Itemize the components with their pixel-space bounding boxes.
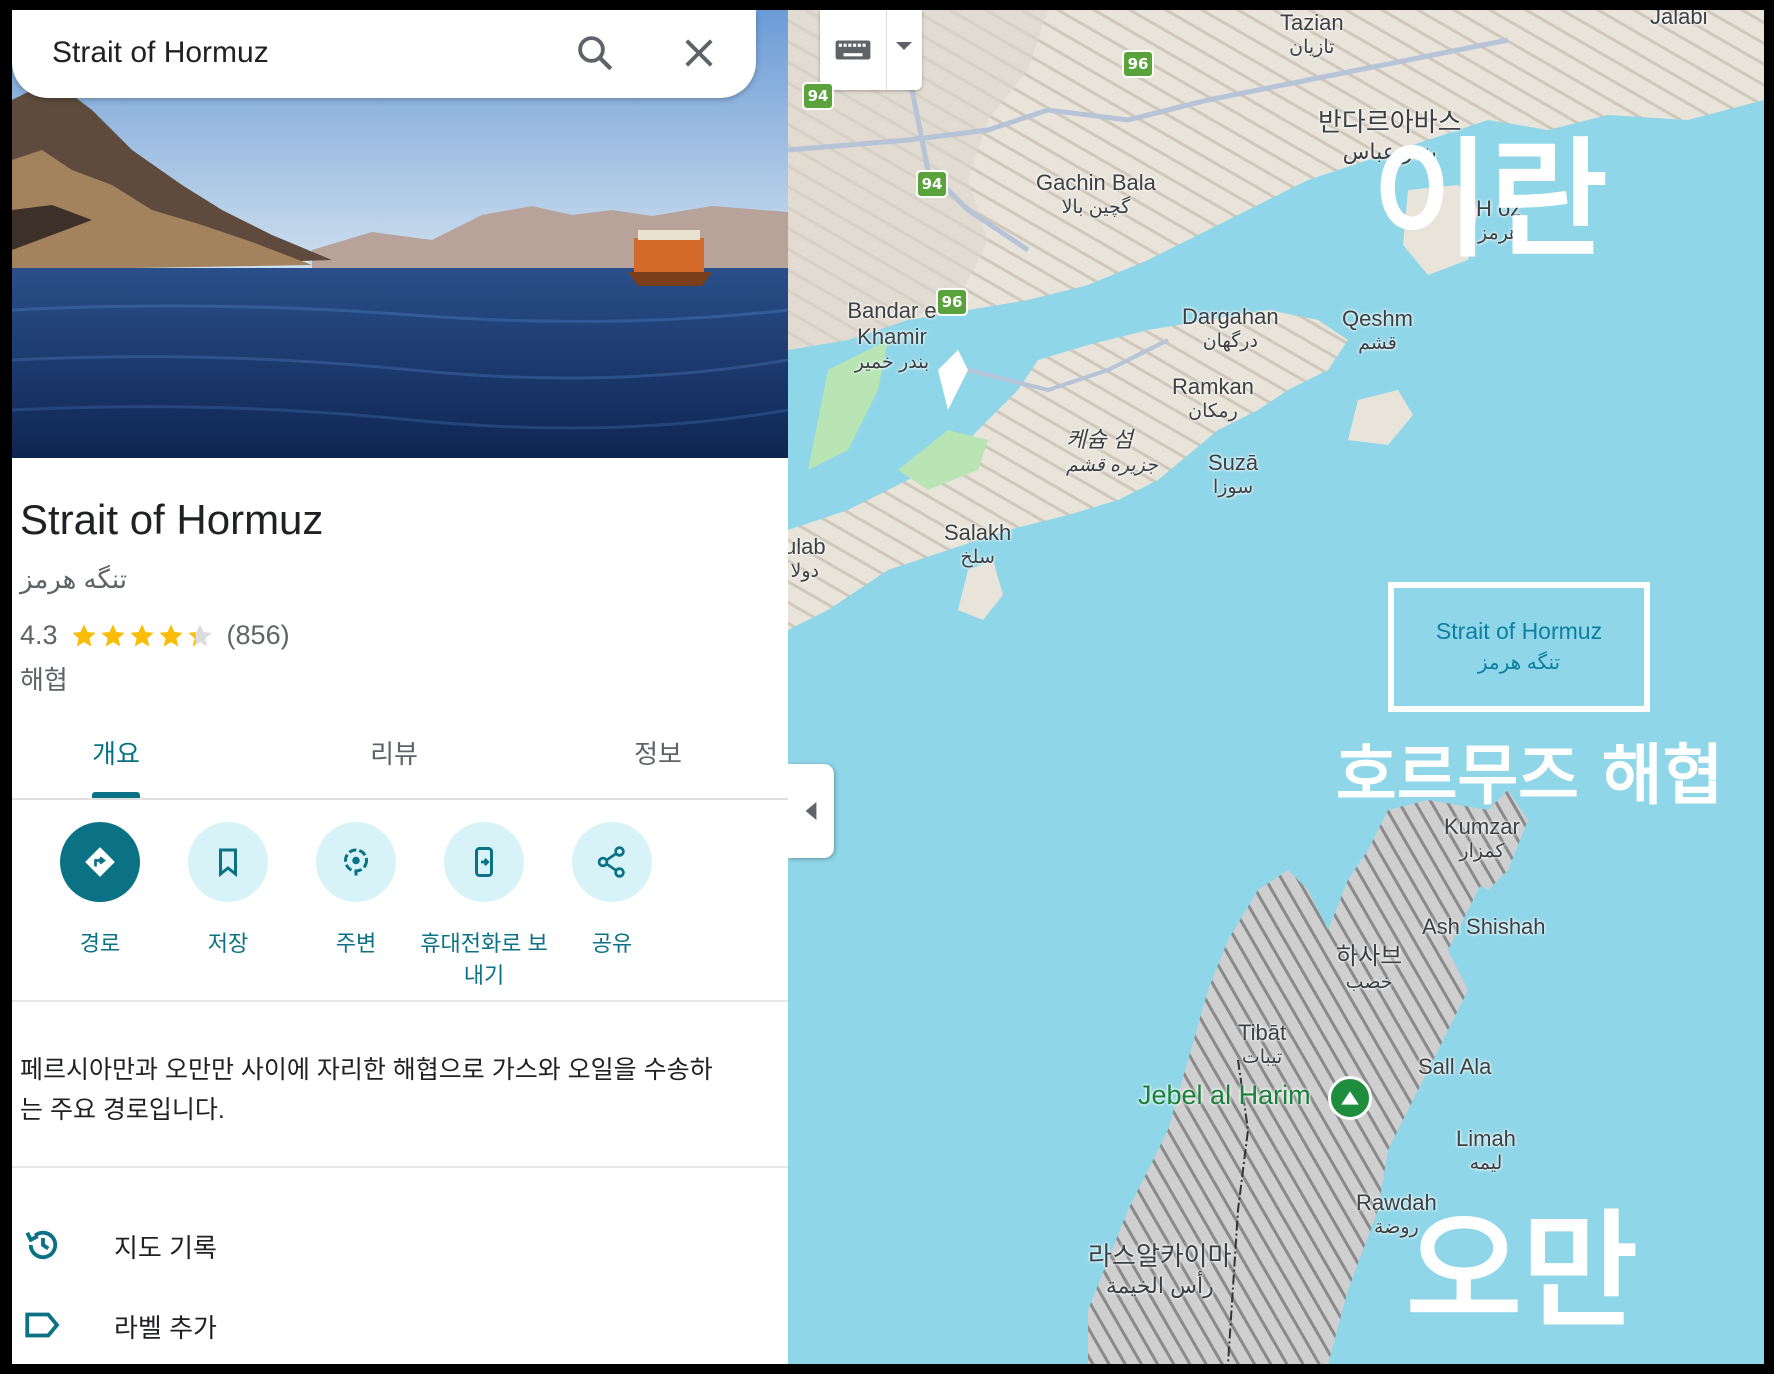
directions-button[interactable]: 경로 bbox=[30, 822, 170, 960]
tab-indicator bbox=[92, 792, 140, 798]
save-label: 저장 bbox=[207, 931, 249, 956]
place-category[interactable]: 해협 bbox=[20, 660, 68, 697]
rating-stars bbox=[70, 622, 215, 650]
map-canvas[interactable]: 96 94 94 96 Tazian تازیان Jalabi 반다르아바스 بن… bbox=[788, 10, 1764, 1364]
star-icon bbox=[100, 623, 125, 646]
add-label-label: 라벨 추가 bbox=[114, 1313, 217, 1343]
keyboard-icon bbox=[835, 40, 871, 60]
map-label-qeshm-island[interactable]: 케슘 섬 جزیره قشم bbox=[1066, 422, 1158, 477]
collapse-panel-button[interactable] bbox=[788, 764, 834, 858]
map-label-dulab[interactable]: ulab دولا bbox=[788, 534, 826, 583]
nearby-label: 주변 bbox=[335, 931, 377, 956]
map-label-tazian[interactable]: Tazian تازیان bbox=[1280, 10, 1344, 59]
strait-label: Strait of Hormuz bbox=[1435, 618, 1603, 644]
history-icon bbox=[25, 1230, 58, 1260]
rating-value: 4.3 bbox=[20, 620, 58, 650]
nearby-button[interactable]: 주변 bbox=[286, 822, 426, 960]
send-to-phone-button[interactable]: 휴대전화로 보내기 bbox=[414, 822, 554, 992]
map-label-gachin-bala[interactable]: Gachin Bala گچین بالا bbox=[1036, 170, 1156, 219]
map-label-ras-al-khaimah[interactable]: 라스알카이마 رأس الخيمة bbox=[1088, 1236, 1232, 1299]
map-label-jalabi[interactable]: Jalabi bbox=[1650, 10, 1707, 30]
highway-shield[interactable]: 94 bbox=[916, 170, 948, 198]
search-input[interactable]: Strait of Hormuz bbox=[52, 36, 269, 70]
map-history-row[interactable]: 지도 기록 bbox=[12, 1210, 788, 1280]
map-label-qeshm[interactable]: Qeshm قشم bbox=[1342, 306, 1413, 355]
map-history-label: 지도 기록 bbox=[114, 1233, 217, 1263]
save-button[interactable]: 저장 bbox=[158, 822, 298, 960]
share-label: 공유 bbox=[591, 931, 633, 956]
map-label-bandar-khamir[interactable]: Bandar e Khamir بندر خمیر bbox=[840, 298, 944, 376]
tab-overview[interactable]: 개요 bbox=[56, 734, 176, 771]
strait-label-local: تنگه هرمز bbox=[1477, 652, 1561, 674]
map-label-limah[interactable]: Limah ليمه bbox=[1456, 1126, 1516, 1175]
search-icon[interactable] bbox=[574, 32, 616, 74]
share-button[interactable]: 공유 bbox=[542, 822, 682, 960]
chevron-left-icon bbox=[805, 802, 817, 820]
strait-highlight-box[interactable]: Strait of Hormuz تنگه هرمز bbox=[1388, 582, 1650, 712]
search-bar[interactable]: Strait of Hormuz bbox=[12, 10, 756, 98]
overlay-iran: 이란 bbox=[1372, 126, 1608, 275]
overlay-oman: 오만 bbox=[1406, 1198, 1638, 1345]
place-local-name: تنگه هرمز bbox=[20, 564, 127, 594]
send-to-phone-label: 휴대전화로 보내기 bbox=[420, 931, 548, 988]
star-icon bbox=[129, 623, 154, 646]
star-icon bbox=[158, 623, 183, 646]
map-label-sall-ala[interactable]: Sall Ala bbox=[1418, 1054, 1491, 1080]
highway-shield[interactable]: 94 bbox=[802, 82, 834, 110]
map-label-khasab[interactable]: 하사브 خصب bbox=[1336, 936, 1402, 994]
close-icon[interactable] bbox=[678, 32, 720, 74]
nearby-icon bbox=[344, 848, 368, 876]
place-title: Strait of Hormuz bbox=[20, 496, 324, 543]
map-label-suza[interactable]: Suzā سوزا bbox=[1208, 450, 1258, 499]
directions-icon bbox=[85, 847, 115, 877]
tab-about[interactable]: 정보 bbox=[598, 734, 718, 771]
map-label-salakh[interactable]: Salakh سلخ bbox=[944, 520, 1011, 569]
divider bbox=[12, 1166, 788, 1168]
add-label-row[interactable]: 라벨 추가 bbox=[12, 1290, 788, 1360]
tab-bar: 개요 리뷰 정보 bbox=[12, 720, 788, 800]
rating-row[interactable]: 4.3 (856) bbox=[20, 620, 290, 651]
mountain-pin-icon[interactable] bbox=[1328, 1076, 1372, 1120]
tab-reviews[interactable]: 리뷰 bbox=[334, 734, 454, 771]
map-label-tibat[interactable]: Tibāt تيبات bbox=[1238, 1020, 1286, 1069]
star-icon bbox=[71, 623, 96, 646]
label-icon bbox=[25, 1312, 60, 1338]
keyboard-button[interactable] bbox=[820, 10, 922, 90]
share-icon bbox=[597, 846, 625, 878]
action-buttons: 경로 저장 주변 휴대전화로 보내기 공유 bbox=[12, 810, 788, 1002]
map-label-jebel-al-harim[interactable]: Jebel al Harim bbox=[1138, 1080, 1311, 1111]
map-label-kumzar[interactable]: Kumzar كمزار bbox=[1444, 814, 1520, 863]
map-label-ramkan[interactable]: Ramkan رمکان bbox=[1172, 374, 1254, 423]
review-count[interactable]: (856) bbox=[227, 620, 290, 651]
place-description: 페르시아만과 오만만 사이에 자리한 해협으로 가스와 오일을 수송하는 주요 … bbox=[20, 1056, 713, 1124]
send-to-phone-icon bbox=[475, 847, 493, 877]
map-label-dargahan[interactable]: Dargahan درگهان bbox=[1182, 304, 1279, 353]
place-panel: Strait of Hormuz Strait of Hormuz تنگه ه… bbox=[12, 10, 788, 1364]
star-icon bbox=[187, 623, 212, 646]
screen-frame: Strait of Hormuz Strait of Hormuz تنگه ه… bbox=[0, 0, 1774, 1374]
map-label-ash-shishah[interactable]: Ash Shishah bbox=[1422, 914, 1546, 940]
chevron-down-icon[interactable] bbox=[894, 36, 914, 56]
overlay-strait: 호르무즈 해협 bbox=[1336, 737, 1724, 814]
highway-shield[interactable]: 96 bbox=[1122, 50, 1154, 78]
directions-label: 경로 bbox=[79, 931, 121, 956]
bookmark-icon bbox=[219, 848, 237, 878]
